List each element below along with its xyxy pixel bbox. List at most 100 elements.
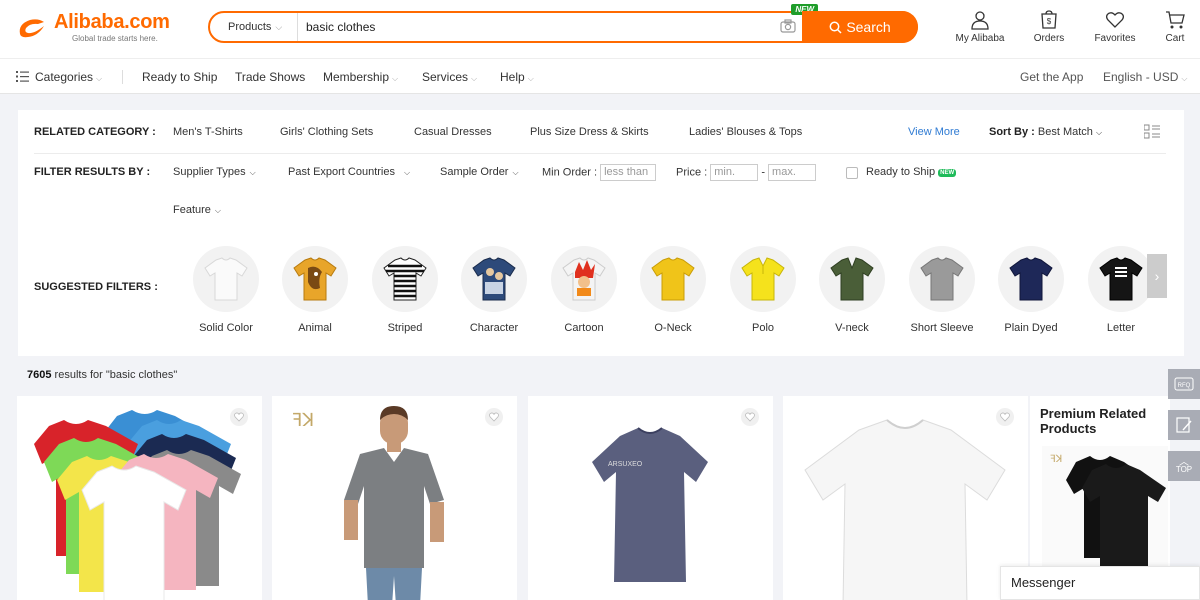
price-label: Price : (676, 166, 708, 179)
chevron-down-icon: ⌵ (249, 168, 256, 177)
suggested-filter-cartoon[interactable]: Cartoon (549, 246, 619, 334)
product-image (804, 419, 1006, 600)
get-the-app-link[interactable]: Get the App (1020, 59, 1083, 95)
product-card[interactable]: ARSUXEO (528, 396, 773, 600)
premium-product-thumbnail[interactable]: ꟻꓘ (1042, 446, 1168, 571)
related-category-link[interactable]: Casual Dresses (414, 126, 492, 138)
ready-to-ship-checkbox[interactable] (846, 167, 858, 179)
chevron-down-icon: ⌵ (392, 74, 399, 83)
favorite-heart-icon[interactable] (485, 408, 503, 426)
sample-order-label: Sample Order (440, 166, 509, 178)
categories-menu[interactable]: Categories ⌵ (16, 59, 102, 97)
filter-results-label: FILTER RESULTS BY : (34, 166, 151, 178)
related-category-link[interactable]: Ladies' Blouses & Tops (689, 126, 802, 138)
camera-icon[interactable] (780, 19, 796, 33)
product-card[interactable] (17, 396, 262, 600)
favorite-heart-icon[interactable] (230, 408, 248, 426)
feedback-button[interactable] (1168, 410, 1200, 440)
feature-filter[interactable]: Feature ⌵ (173, 204, 221, 216)
suggested-filter-plain-dyed[interactable]: Plain Dyed (996, 246, 1066, 334)
search-icon (829, 21, 842, 34)
search-category-dropdown[interactable]: Products ⌵ (210, 13, 298, 41)
orders-label: Orders (1033, 33, 1065, 44)
logo-tagline: Global trade starts here. (72, 34, 158, 43)
suggested-filter-v-neck[interactable]: V-neck (817, 246, 887, 334)
alibaba-logo[interactable]: Alibaba.com Global trade starts here. (16, 10, 176, 44)
messenger-bar[interactable]: Messenger (1000, 566, 1200, 600)
suggested-filter-label: O-Neck (654, 322, 692, 334)
ready-to-ship-label: Ready to Ship NEW (866, 166, 957, 178)
favorite-heart-icon[interactable] (996, 408, 1014, 426)
new-badge: NEW (938, 169, 957, 177)
product-card[interactable]: ꟻꓘ (272, 396, 517, 600)
brand-logo-icon: ꟻꓘ (292, 410, 315, 430)
list-view-icon[interactable] (1144, 124, 1160, 140)
language-currency-selector[interactable]: English - USD ⌵ (1103, 59, 1187, 97)
sort-by-value: Best Match (1037, 126, 1093, 138)
suggested-filters-label: SUGGESTED FILTERS : (34, 281, 158, 293)
favorites-link[interactable]: Favorites (1092, 10, 1138, 44)
suggested-filter-solid-color[interactable]: Solid Color (191, 246, 261, 334)
nav-trade-shows[interactable]: Trade Shows (235, 59, 305, 95)
related-category-link[interactable]: Men's T-Shirts (173, 126, 243, 138)
related-category-link[interactable]: Plus Size Dress & Skirts (530, 126, 649, 138)
my-alibaba-link[interactable]: My Alibaba (954, 10, 1006, 44)
suggested-filter-animal[interactable]: Animal (280, 246, 350, 334)
nav-help[interactable]: Help ⌵ (500, 59, 534, 97)
product-card[interactable] (783, 396, 1028, 600)
min-order-label: Min Order : (542, 166, 598, 179)
panel-divider (34, 153, 1166, 154)
suggested-filter-short-sleeve[interactable]: Short Sleeve (907, 246, 977, 334)
nav-help-label: Help (500, 70, 525, 84)
ready-to-ship-text: Ready to Ship (866, 166, 936, 178)
gray-tshirt-icon (920, 257, 964, 301)
sort-by-label: Sort By : (989, 126, 1035, 138)
suggested-filter-o-neck[interactable]: O-Neck (638, 246, 708, 334)
premium-title: Premium Related Products (1040, 406, 1147, 436)
heart-icon (1105, 12, 1125, 28)
logo-wordmark: Alibaba.com (54, 11, 170, 33)
results-number: 7605 (27, 369, 52, 381)
suggested-filter-image (282, 246, 348, 312)
related-category-link[interactable]: Girls' Clothing Sets (280, 126, 373, 138)
cart-label: Cart (1165, 33, 1185, 44)
alibaba-logo-mark-icon (19, 19, 44, 38)
rfq-label: RFQ (1178, 383, 1191, 389)
nav-services[interactable]: Services ⌵ (422, 59, 477, 97)
feature-label: Feature (173, 204, 211, 216)
suggested-filter-character[interactable]: Character (459, 246, 529, 334)
back-to-top-button[interactable]: ︿ TOP (1168, 451, 1200, 481)
orders-icon: $ (1041, 10, 1057, 29)
favorite-heart-icon[interactable] (741, 408, 759, 426)
cart-icon (1166, 11, 1185, 29)
search-button-label: Search (846, 19, 891, 35)
price-max-input[interactable]: max. (768, 164, 817, 181)
search-input[interactable] (306, 13, 786, 41)
list-menu-icon (16, 71, 29, 82)
suggested-filter-label: Short Sleeve (910, 322, 974, 334)
suggested-filter-image (193, 246, 259, 312)
sort-by-dropdown[interactable]: Sort By : Best Match ⌵ (989, 126, 1102, 138)
price-min-input[interactable]: min. (710, 164, 759, 181)
suggested-filter-image (1088, 246, 1154, 312)
suggested-filter-letter[interactable]: Letter (1086, 246, 1156, 334)
past-export-countries-filter[interactable]: Past Export Countries ⌵ (288, 166, 410, 178)
price-dash: - (761, 166, 765, 179)
orders-link[interactable]: $ Orders (1030, 10, 1068, 44)
search-button[interactable]: Search (802, 11, 918, 43)
view-more-link[interactable]: View More (908, 126, 960, 138)
cart-link[interactable]: Cart (1160, 10, 1190, 44)
my-alibaba-label: My Alibaba (955, 33, 1005, 44)
sample-order-filter[interactable]: Sample Order ⌵ (440, 166, 519, 178)
nav-ready-to-ship[interactable]: Ready to Ship (142, 59, 217, 95)
rfq-button[interactable]: RFQ (1168, 369, 1200, 399)
suggested-filter-striped[interactable]: Striped (370, 246, 440, 334)
filter-panel: RELATED CATEGORY : Men's T-Shirts Girls'… (18, 110, 1184, 356)
supplier-types-filter[interactable]: Supplier Types ⌵ (173, 166, 256, 178)
suggested-filter-polo[interactable]: Polo (728, 246, 798, 334)
chevron-right-icon[interactable]: › (1147, 254, 1167, 298)
nav-membership[interactable]: Membership ⌵ (323, 59, 398, 97)
suggested-filter-image (819, 246, 885, 312)
edit-note-icon (1176, 417, 1192, 433)
min-order-input[interactable]: less than (600, 164, 657, 181)
